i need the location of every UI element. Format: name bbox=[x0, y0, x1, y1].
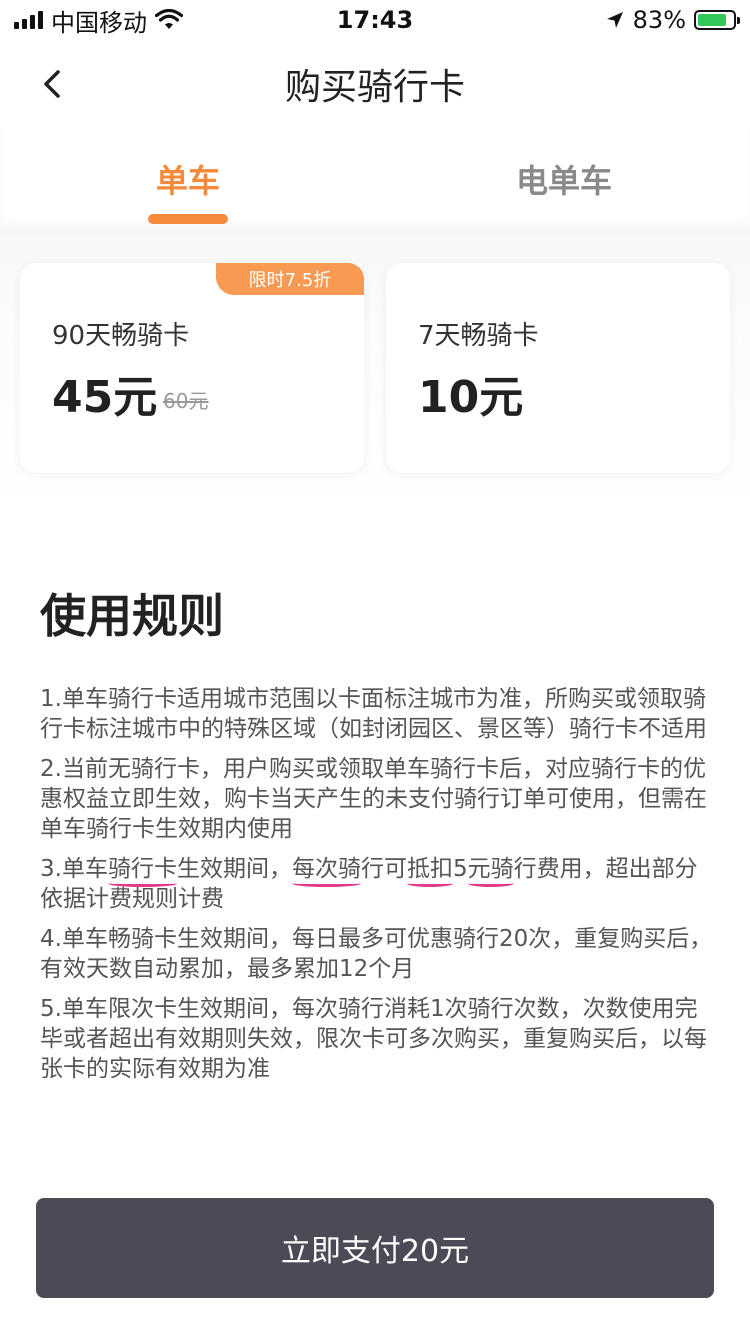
battery-icon bbox=[694, 10, 740, 30]
card-name: 7天畅骑卡 bbox=[418, 321, 539, 351]
rules-title: 使用规则 bbox=[40, 589, 224, 643]
rules-list: 1.单车骑行卡适用城市范围以卡面标注城市为准，所购买或领取骑行卡标注城市中的特殊… bbox=[40, 684, 720, 1094]
rule-text: 生效期间， bbox=[176, 856, 292, 882]
rule-item: 1.单车骑行卡适用城市范围以卡面标注城市为准，所购买或领取骑行卡标注城市中的特殊… bbox=[40, 686, 707, 742]
card-name: 90天畅骑卡 bbox=[52, 321, 190, 351]
tab-bike[interactable]: 单车 bbox=[156, 156, 220, 202]
status-bar: 中国移动 17:43 83% bbox=[0, 0, 750, 40]
vehicle-tabs: 单车 电单车 bbox=[0, 128, 750, 228]
card-7-day[interactable]: 7天畅骑卡 10元 bbox=[386, 263, 730, 473]
rule-item: 4.单车畅骑卡生效期间，每日最多可优惠骑行20次，重复购买后，有效天数自动累加，… bbox=[40, 926, 713, 982]
carrier-label: 中国移动 bbox=[51, 8, 147, 37]
rule-text: 5 bbox=[452, 856, 468, 882]
rule-item: 2.当前无骑行卡，用户购买或领取单车骑行卡后，对应骑行卡的优惠权益立即生效，购卡… bbox=[40, 756, 707, 842]
nav-bar: 购买骑行卡 bbox=[0, 40, 750, 128]
wifi-icon bbox=[155, 9, 183, 29]
underlined-text: 骑行卡 bbox=[107, 856, 177, 882]
underlined-text: 抵扣 bbox=[406, 856, 453, 882]
rule-text: 3.单车 bbox=[40, 856, 108, 882]
card-original-price: 60元 bbox=[163, 389, 209, 413]
discount-badge: 限时7.5折 bbox=[216, 263, 364, 295]
status-left: 中国移动 bbox=[14, 3, 183, 38]
pay-now-button[interactable]: 立即支付20元 bbox=[36, 1198, 714, 1298]
underlined-text: 元骑 bbox=[467, 856, 514, 882]
location-arrow-icon bbox=[606, 12, 623, 28]
tab-indicator bbox=[148, 214, 228, 224]
card-price: 10元 bbox=[418, 372, 524, 423]
battery-percent: 83% bbox=[632, 6, 686, 34]
tab-ebike[interactable]: 电单车 bbox=[516, 156, 612, 202]
card-options: 限时7.5折 90天畅骑卡 45元 60元 7天畅骑卡 10元 bbox=[0, 228, 750, 518]
rule-item: 3.单车骑行卡生效期间，每次骑行可抵扣5元骑行费用，超出部分依据计费规则计费 bbox=[40, 854, 720, 914]
cellular-signal-icon bbox=[14, 11, 43, 29]
back-arrow-icon[interactable] bbox=[36, 66, 72, 102]
card-90-day[interactable]: 限时7.5折 90天畅骑卡 45元 60元 bbox=[20, 263, 364, 473]
battery-fill bbox=[698, 14, 727, 26]
card-price: 45元 bbox=[52, 372, 158, 423]
underlined-text: 每次骑 bbox=[291, 856, 361, 882]
rule-item: 5.单车限次卡生效期间，每次骑行消耗1次骑行次数，次数使用完毕或者超出有效期则失… bbox=[40, 996, 707, 1082]
status-right: 83% bbox=[605, 6, 740, 34]
page-title: 购买骑行卡 bbox=[284, 67, 465, 108]
rule-text: 行可 bbox=[360, 856, 407, 882]
